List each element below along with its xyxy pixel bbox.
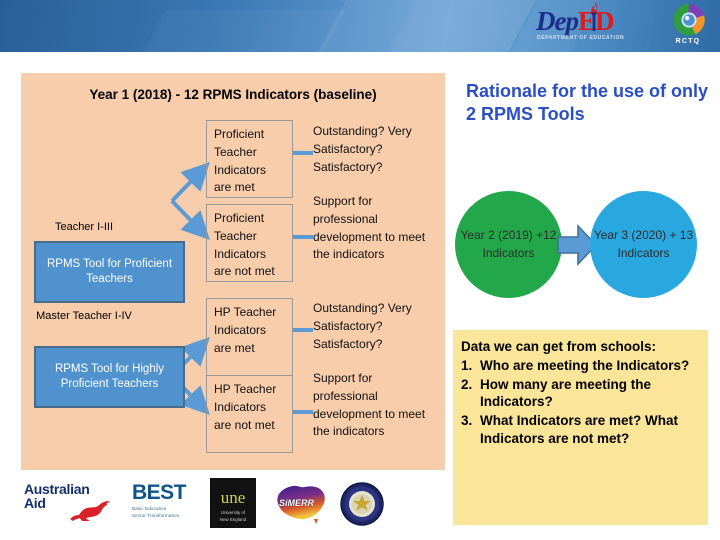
rating-text-hp-met: Outstanding? Very Satisfactory? Satisfac… bbox=[313, 301, 412, 351]
rctq-label: RCTQ bbox=[675, 38, 701, 45]
year3-oval[interactable]: Year 3 (2020) + 13 Indicators bbox=[590, 191, 697, 298]
simerr-wordmark: SiMERR bbox=[279, 498, 315, 508]
rating-text-hp-not-met: Support for professional development to … bbox=[313, 371, 426, 439]
indicator-box-hp-not-met[interactable]: HP Teacher Indicators are not met bbox=[206, 375, 293, 453]
year1-flow-panel: Year 1 (2018) - 12 RPMS Indicators (base… bbox=[21, 73, 445, 470]
deped-subtitle: DEPARTMENT OF EDUCATION bbox=[537, 35, 625, 41]
deped-wordmark: DepED bbox=[536, 8, 614, 35]
une-logo: une University of New England bbox=[210, 478, 256, 528]
best-wordmark: BEST bbox=[132, 481, 187, 504]
tool-box-highly-proficient[interactable]: RPMS Tool for Highly Proficient Teachers bbox=[34, 346, 185, 408]
rating-text-proficient-not-met: Support for professional development to … bbox=[313, 194, 426, 262]
simerr-logo: SiMERR bbox=[270, 480, 330, 526]
deped-logo: DepED DEPARTMENT OF EDUCATION bbox=[536, 1, 658, 50]
rationale-heading: Rationale for the use of only 2 RPMS Too… bbox=[466, 81, 709, 125]
une-subtitle-line1: University of bbox=[220, 510, 246, 515]
best-subtitle-line1: Basic Education bbox=[132, 506, 167, 511]
australian-aid-logo: Australian Aid bbox=[24, 481, 120, 521]
une-wordmark: une bbox=[220, 488, 246, 507]
list-item: How many are meeting the Indicators? bbox=[461, 376, 652, 410]
indicator-box-proficient-not-met[interactable]: Proficient Teacher Indicators are not me… bbox=[206, 204, 293, 282]
rating-text-proficient-met: Outstanding? Very Satisfactory? Satisfac… bbox=[313, 124, 412, 174]
institution-seal-logo bbox=[340, 482, 384, 526]
header-logo-group: DepED DEPARTMENT OF EDUCATION RCTQ bbox=[536, 1, 712, 50]
australian-aid-line1: Australian bbox=[24, 481, 90, 497]
header-banner: DepED DEPARTMENT OF EDUCATION RCTQ bbox=[0, 0, 720, 52]
kangaroo-icon bbox=[70, 501, 110, 521]
une-subtitle-line2: New England bbox=[219, 516, 247, 522]
indicator-box-proficient-met[interactable]: Proficient Teacher Indicators are met bbox=[206, 120, 293, 198]
panel-title: Year 1 (2018) - 12 RPMS Indicators (base… bbox=[89, 87, 377, 102]
data-questions-note: Data we can get from schools: Who are me… bbox=[453, 330, 708, 525]
best-logo: BEST Basic Education Sector Transformati… bbox=[132, 482, 194, 522]
indicator-box-hp-met[interactable]: HP Teacher Indicators are met bbox=[206, 298, 293, 376]
rctq-circle-icon bbox=[673, 3, 705, 36]
list-item: What Indicators are met? What Indicators… bbox=[461, 412, 679, 447]
deped-word-dep: Dep bbox=[536, 6, 579, 36]
australia-map-icon: SiMERR bbox=[277, 485, 325, 524]
data-note-list: Who are meeting the Indicators? How many… bbox=[461, 357, 702, 448]
group-label-teacher: Teacher I-III bbox=[54, 221, 114, 233]
group-label-master-teacher: Master Teacher I-IV bbox=[36, 310, 132, 322]
list-item: Who are meeting the Indicators? bbox=[461, 357, 690, 375]
year2-oval[interactable]: Year 2 (2019) +12 Indicators bbox=[455, 191, 562, 298]
partner-logo-row: Australian Aid BEST Basic Education Sect… bbox=[24, 478, 384, 530]
tool-box-proficient[interactable]: RPMS Tool for Proficient Teachers bbox=[34, 241, 185, 303]
deped-torch-icon bbox=[591, 1, 597, 31]
seal-icon bbox=[340, 482, 384, 526]
banner-facet bbox=[134, 10, 346, 52]
rctq-logo: RCTQ bbox=[664, 2, 712, 50]
best-subtitle-line2: Sector Transformation bbox=[132, 512, 180, 518]
slide-canvas: DepED DEPARTMENT OF EDUCATION RCTQ Year … bbox=[0, 0, 720, 540]
data-note-lead: Data we can get from schools: bbox=[461, 339, 657, 354]
